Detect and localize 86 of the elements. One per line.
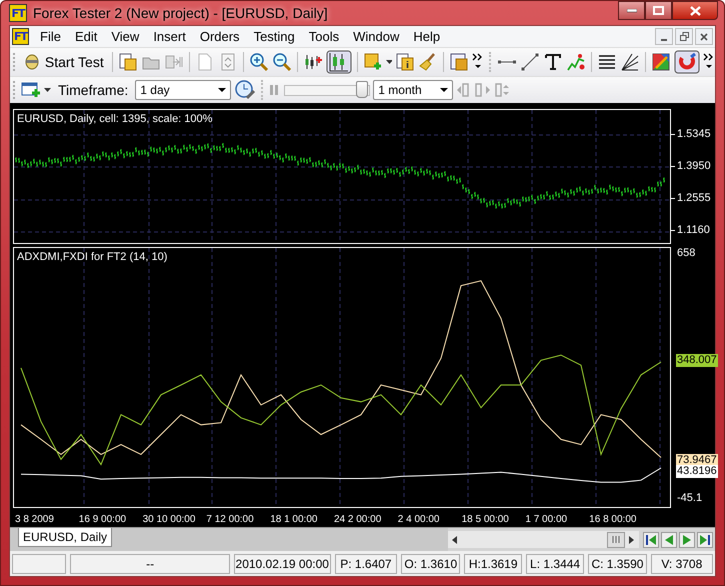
time-label: 30 10 00:00 bbox=[142, 514, 196, 524]
status-cell: 2010.02.19 00:00 bbox=[234, 554, 331, 574]
status-cell: P: 1.6407 bbox=[334, 554, 398, 574]
add-indicator-icon[interactable] bbox=[362, 52, 383, 72]
add-chart-icon[interactable] bbox=[21, 80, 41, 100]
close-button[interactable] bbox=[695, 28, 713, 45]
minimize-button[interactable] bbox=[655, 28, 673, 45]
step-dropdown[interactable]: 1 month bbox=[373, 80, 454, 100]
restore-icon bbox=[680, 32, 688, 41]
menu-item[interactable]: Window bbox=[346, 29, 406, 44]
menu-item[interactable]: Orders bbox=[192, 29, 247, 44]
first-icon[interactable] bbox=[643, 532, 659, 548]
text-tool-icon[interactable] bbox=[543, 52, 564, 72]
value-tag: 348.007 bbox=[676, 354, 718, 367]
status-cell: L: 1.3444 bbox=[526, 554, 584, 574]
scale-label: 658 bbox=[677, 246, 696, 259]
zoom-out-icon[interactable] bbox=[272, 52, 292, 72]
minimize-icon bbox=[626, 8, 636, 12]
money-document-icon[interactable] bbox=[118, 52, 138, 72]
fibonacci-icon[interactable] bbox=[566, 52, 586, 72]
time-label: 3 8 2009 bbox=[15, 514, 55, 524]
time-label: 1 7 00:00 bbox=[525, 514, 568, 524]
scale-label: -45.1 bbox=[677, 492, 702, 504]
close-icon bbox=[700, 32, 708, 40]
chart-title: EURUSD, Daily, cell: 1395, scale: 100% bbox=[17, 113, 212, 125]
last-icon[interactable] bbox=[697, 532, 713, 548]
caret-icon[interactable] bbox=[44, 88, 51, 92]
time-label: 2 4 00:00 bbox=[398, 514, 440, 524]
horizontal-scrollbar[interactable] bbox=[448, 531, 639, 548]
close-button[interactable] bbox=[672, 1, 718, 20]
menu-item[interactable]: Edit bbox=[68, 29, 104, 44]
status-cell: C: 1.3590 bbox=[588, 554, 647, 574]
chart-title: ADXDMI,FXDI for FT2 (14, 10) bbox=[17, 251, 168, 263]
scroll-right-icon[interactable] bbox=[629, 536, 635, 544]
menu-item[interactable]: Testing bbox=[246, 29, 302, 44]
status-cell bbox=[12, 554, 66, 574]
time-label: 7 12 00:00 bbox=[206, 514, 255, 524]
fan-lines-icon[interactable] bbox=[620, 52, 640, 72]
time-label: 16 9 00:00 bbox=[78, 514, 128, 524]
zoom-in-icon[interactable] bbox=[248, 52, 269, 72]
close-icon bbox=[690, 6, 700, 16]
value-tag: 43.8196 bbox=[676, 465, 718, 478]
magnet-icon[interactable] bbox=[674, 50, 700, 74]
clock-wrench-icon[interactable] bbox=[234, 79, 256, 101]
chart-tab[interactable]: EURUSD, Daily bbox=[18, 528, 112, 547]
time-label: 18 5 00:00 bbox=[462, 514, 510, 524]
scroll-left-icon[interactable] bbox=[452, 536, 458, 544]
menu-item[interactable]: Insert bbox=[146, 29, 193, 44]
status-cell: H:1.3619 bbox=[464, 554, 522, 574]
caret-icon bbox=[218, 88, 226, 92]
speed-slider[interactable] bbox=[284, 80, 370, 100]
time-label: 24 2 00:00 bbox=[334, 514, 382, 524]
minimize-button[interactable] bbox=[618, 1, 645, 20]
start-test-button[interactable]: Start Test bbox=[20, 53, 107, 71]
window-title: Forex Tester 2 (New project) - [EURUSD, Daily] bbox=[33, 5, 328, 21]
caret-icon bbox=[440, 88, 448, 92]
minimize-icon bbox=[661, 38, 667, 40]
maximize-icon bbox=[653, 6, 664, 15]
menu-item[interactable]: View bbox=[104, 29, 146, 44]
menu-item[interactable]: Help bbox=[406, 29, 448, 44]
restore-button[interactable] bbox=[675, 28, 693, 45]
slider-thumb[interactable] bbox=[356, 81, 368, 98]
time-label: 18 1 00:00 bbox=[270, 514, 318, 524]
candle-chart-icon[interactable] bbox=[326, 50, 352, 74]
timeframe-dropdown[interactable]: 1 day bbox=[135, 80, 232, 100]
menu-item[interactable]: File bbox=[33, 29, 68, 44]
price-label: 1.5345 bbox=[677, 128, 711, 140]
trend-line-icon[interactable] bbox=[520, 52, 540, 72]
scroll-thumb[interactable] bbox=[607, 532, 625, 548]
candles-add-icon[interactable] bbox=[302, 52, 323, 72]
template-icon[interactable] bbox=[449, 52, 470, 72]
price-label: 1.2555 bbox=[677, 192, 711, 204]
time-label: 16 8 00:00 bbox=[589, 514, 638, 524]
caret-icon[interactable] bbox=[386, 60, 392, 64]
status-cell: -- bbox=[70, 554, 230, 574]
status-cell: V: 3708 bbox=[650, 554, 713, 574]
timeframe-label: Timeframe: bbox=[58, 82, 128, 98]
app-logo: FT bbox=[9, 4, 27, 22]
status-cell: O: 1.3610 bbox=[401, 554, 460, 574]
price-label: 1.3950 bbox=[677, 160, 711, 172]
price-label: 1.1160 bbox=[677, 224, 710, 236]
document-logo: FT bbox=[12, 28, 29, 45]
maximize-button[interactable] bbox=[645, 1, 672, 20]
menu-item[interactable]: Tools bbox=[302, 29, 346, 44]
info-document-icon[interactable] bbox=[395, 52, 416, 72]
color-palette-icon[interactable] bbox=[651, 52, 671, 72]
